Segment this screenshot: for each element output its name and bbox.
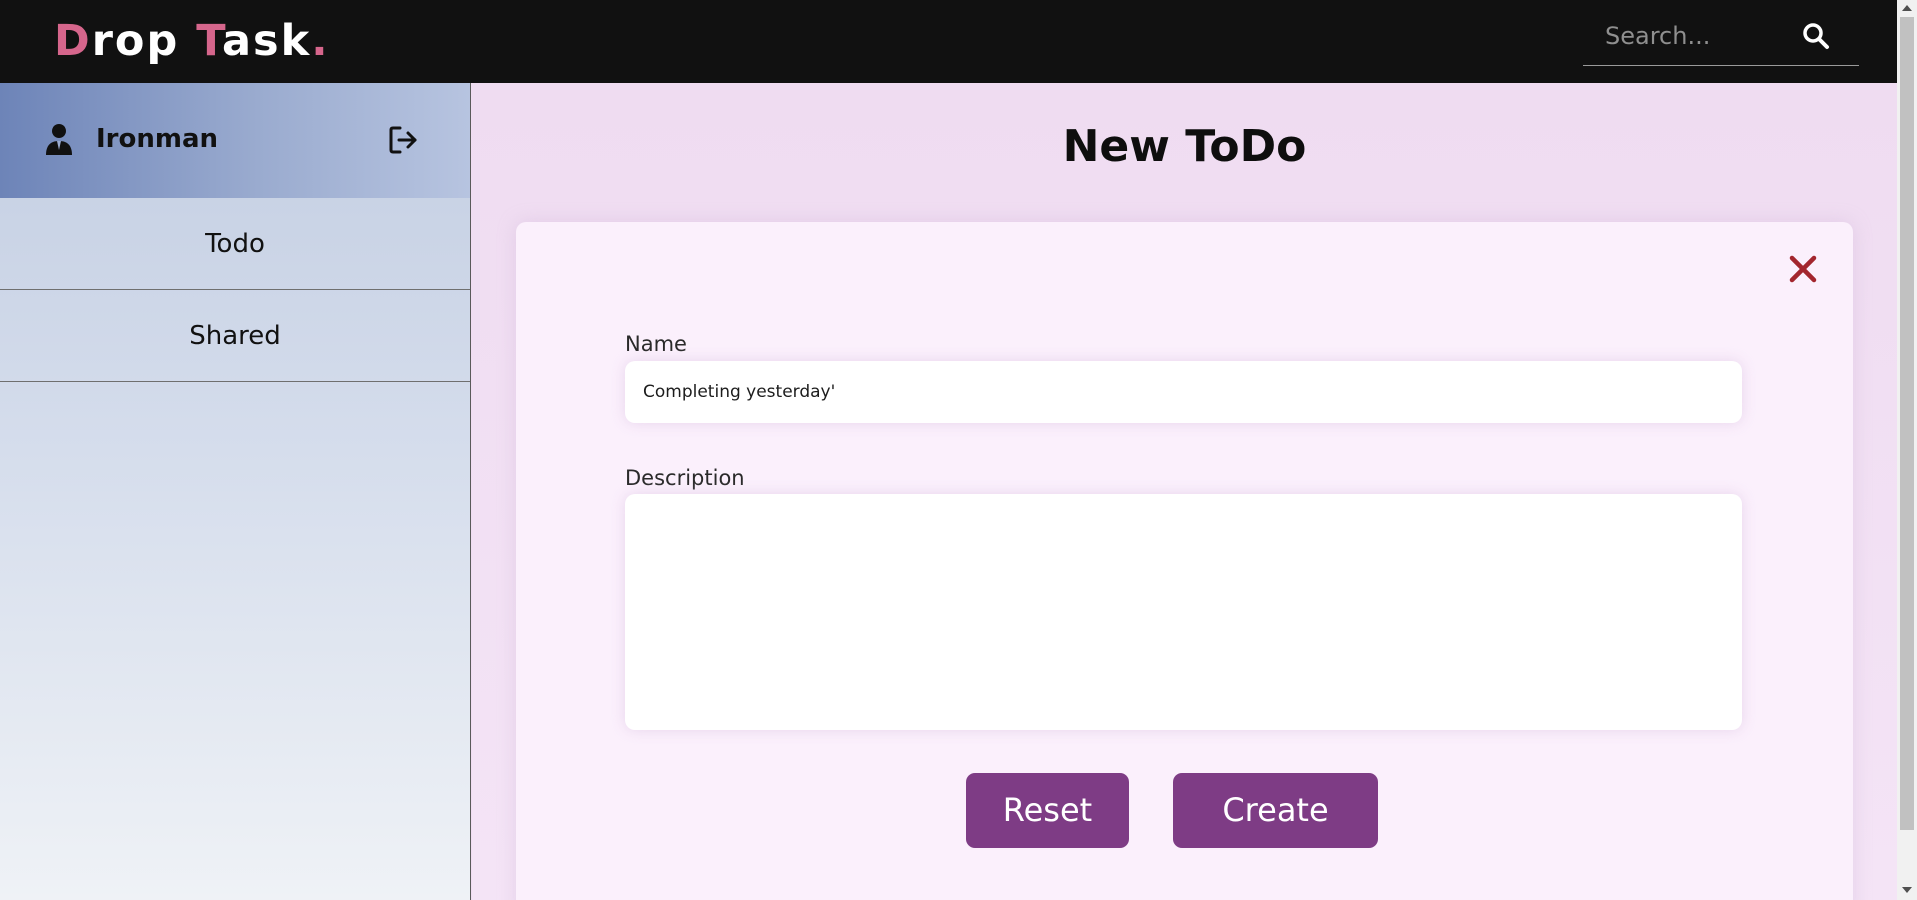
scroll-up-arrow-icon[interactable] [1902, 5, 1912, 11]
logo-letter-d: D [54, 16, 92, 66]
user-name: Ironman [96, 124, 219, 154]
page-scrollbar[interactable] [1897, 0, 1917, 900]
search-icon[interactable] [1800, 20, 1832, 52]
search-box [1583, 8, 1859, 66]
logo-letter-t: T [196, 16, 222, 66]
user-icon [46, 124, 72, 155]
main-content: New ToDo Name Description Reset Create [472, 83, 1897, 900]
description-field[interactable] [625, 494, 1742, 730]
logout-icon[interactable] [388, 125, 420, 155]
reset-button[interactable]: Reset [966, 773, 1129, 848]
page-title: New ToDo [1062, 121, 1307, 172]
scrollbar-thumb[interactable] [1900, 17, 1914, 830]
name-label: Name [625, 332, 687, 356]
search-input[interactable] [1605, 18, 1795, 54]
sidebar-item-todo[interactable]: Todo [0, 198, 470, 290]
sidebar-item-shared[interactable]: Shared [0, 290, 470, 382]
user-panel: Ironman [0, 83, 470, 198]
sidebar: Ironman Todo Shared [0, 83, 471, 900]
close-icon[interactable] [1786, 252, 1820, 286]
new-todo-form: Name Description Reset Create [516, 222, 1853, 900]
top-bar: Drop Task. [0, 0, 1897, 83]
logo-dot: . [311, 16, 330, 66]
logo-text-rop: rop [91, 16, 197, 66]
description-label: Description [625, 466, 745, 490]
scroll-down-arrow-icon[interactable] [1902, 887, 1912, 893]
logo-text-ask: ask [222, 16, 312, 66]
app-logo[interactable]: Drop Task. [54, 14, 330, 68]
create-button[interactable]: Create [1173, 773, 1378, 848]
name-field[interactable] [625, 361, 1742, 423]
